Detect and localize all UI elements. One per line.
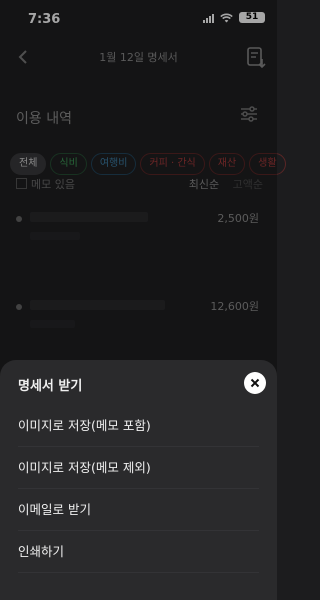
option-save-image-without-memo[interactable]: 이미지로 저장(메모 제외) xyxy=(18,448,259,489)
option-print[interactable]: 인쇄하기 xyxy=(18,532,259,573)
close-icon xyxy=(250,378,260,388)
option-receive-email[interactable]: 이메일로 받기 xyxy=(18,490,259,531)
statement-screen: 7:36 51 1월 12일 명세서 이용 내역 전체 식비 여행비 커피 · … xyxy=(0,0,286,600)
bottom-sheet: 명세서 받기 이미지로 저장(메모 포함) 이미지로 저장(메모 제외) 이메일… xyxy=(0,360,277,600)
sheet-title: 명세서 받기 xyxy=(18,379,83,394)
close-button[interactable] xyxy=(244,372,266,394)
option-save-image-with-memo[interactable]: 이미지로 저장(메모 포함) xyxy=(18,406,259,447)
